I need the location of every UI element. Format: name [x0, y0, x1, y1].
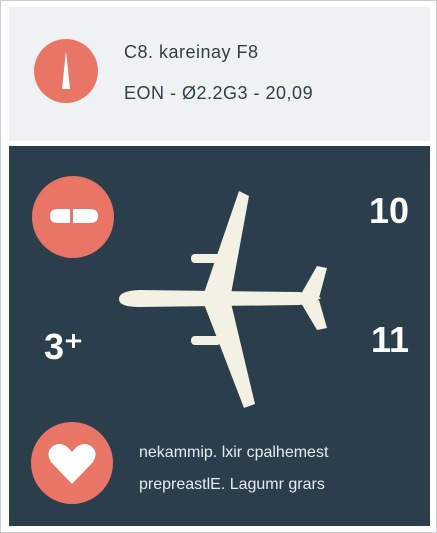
compass-needle-icon[interactable] [34, 39, 98, 103]
pill-icon[interactable] [32, 176, 114, 258]
flight-subtitle: EON - Ø2.2G3 - 20,09 [124, 83, 314, 103]
flight-title: C8. kareinay F8 [124, 42, 259, 62]
value-top-right: 10 [369, 190, 410, 231]
card-header: C8. kareinay F8 EON - Ø2.2G3 - 20,09 [9, 7, 430, 141]
value-right: 11 [371, 319, 410, 360]
heart-icon[interactable] [31, 422, 113, 504]
footer-line-1: nekammip. lxir cpalhemest [139, 444, 329, 461]
flight-panel: 10 3⁺ 11 nekammip. lxir cpalhemest prepr… [9, 146, 430, 526]
airplane-icon [119, 191, 327, 408]
footer-line-2: prepreastlE. Lagumr grars [139, 476, 325, 493]
value-left: 3⁺ [44, 326, 84, 367]
flight-card: C8. kareinay F8 EON - Ø2.2G3 - 20,09 10 … [0, 0, 437, 533]
